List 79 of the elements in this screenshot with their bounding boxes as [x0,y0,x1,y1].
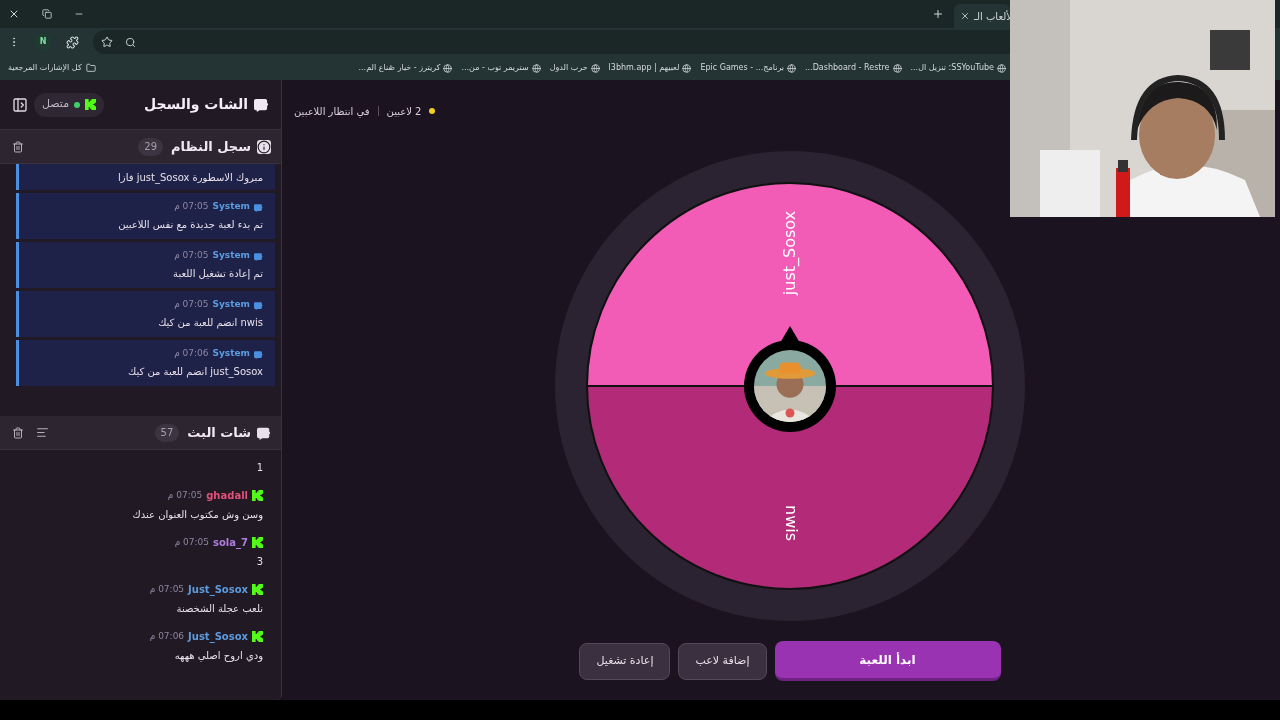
close-button[interactable] [8,8,20,20]
chat-username: ghadall [206,489,248,503]
chat-bubble-icon [254,97,269,112]
wheel-label: just_Sosox [779,210,799,296]
log-text: nwis انضم للعبة من كيك [157,315,263,330]
kick-logo-icon [252,537,263,548]
profile-avatar[interactable]: N [34,33,52,51]
extensions-icon[interactable] [66,35,79,49]
chat-message: ودي اروح اصلي هههه [173,649,263,663]
globe-icon [787,63,797,73]
restore-button[interactable] [42,9,52,19]
chat-username: Just_Sosox [188,630,248,644]
new-tab-button[interactable] [932,8,944,20]
message-time: 07:05 م [174,249,209,263]
message-time: 07:05 م [167,488,203,502]
log-text: تم بدء لعبة جديدة مع نفس اللاعبين [117,217,263,232]
wheel-label: nwis [781,505,801,541]
globe-icon [443,63,453,73]
message-time: 07:06 م [174,347,209,361]
list-button[interactable] [36,426,49,439]
bookmark[interactable]: برنامج... - Epic Games [700,62,797,74]
chat-bubble-icon [254,202,263,212]
globe-icon [682,63,692,73]
kick-logo-icon [252,631,263,642]
kick-logo-icon [252,490,263,501]
globe-icon [892,63,902,73]
message-time: 07:05 م [174,200,209,214]
message-time: 07:05 م [174,298,209,312]
globe-icon [997,63,1006,73]
info-icon [257,139,271,154]
game-state: في انتظار اللاعبين [294,104,370,119]
log-text: مبروك الاسطورة just_Sosox فازا [117,170,263,185]
globe-icon [590,63,600,73]
chat-username: Just_Sosox [188,583,248,597]
delete-button[interactable] [10,138,26,155]
chat-bubble-icon [254,349,263,359]
all-bookmarks[interactable]: كل الإشارات المرجعية [8,62,96,74]
message-count: 57 [154,423,180,442]
chat-message: 1 [255,461,263,475]
message-time: 07:06 م [149,629,185,643]
start-game-button[interactable]: ابدأ اللعبة [774,641,1001,681]
delete-button[interactable] [10,424,26,441]
section-title: شات البث [187,423,251,442]
chat-message: نلعب عجلة الشخصنة [175,602,263,616]
connection-label: متصل [42,96,70,113]
chat-message: وسن وش مكتوب العنوان عندك [131,508,263,522]
chat-bubble-icon [257,425,271,440]
action-button[interactable]: إعادة تشغيل [579,642,671,680]
chat-bubble-icon [254,251,263,261]
bookmark[interactable]: كريترز - خيار صُناع الم... [358,62,453,74]
collapse-panel-button[interactable] [12,96,28,113]
bookmark[interactable]: ستريمر توب - من... [461,62,541,74]
action-button[interactable]: إضافة لاعب [678,642,767,680]
message-time: 07:05 م [149,582,185,596]
kick-logo-icon [252,584,263,595]
globe-icon [531,63,541,73]
bookmark[interactable]: حرب الدول [549,62,600,74]
panel-title: الشات والسجل [143,95,248,115]
folder-icon [85,63,96,73]
bookmark[interactable]: Dashboard - Restre... [805,62,902,74]
chat-username: sola_7 [213,536,248,550]
player-count: 2 لاعبين [386,104,422,119]
message-time: 07:05 م [174,535,210,549]
close-icon[interactable] [960,11,970,21]
sender-name: System [212,200,250,214]
log-text: just_Sosox انضم للعبة من كيك [127,364,263,379]
section-title: سجل النظام [171,137,251,157]
chat-bubble-icon [254,300,263,310]
kick-logo-icon [85,99,97,110]
zoom-icon[interactable] [125,36,136,48]
sender-name: System [212,347,250,361]
log-text: تم إعادة تشغيل اللعبة [172,266,263,281]
message-count: 29 [138,137,163,156]
sender-name: System [212,249,250,263]
chat-message: 3 [255,555,263,569]
bookmark[interactable]: لعبيهم | l3bhm.app [608,62,692,74]
bookmark[interactable]: SSYouTube: تنزيل ال... [910,62,1006,74]
bookmark-star-icon[interactable] [101,36,113,48]
sender-name: System [212,298,250,312]
